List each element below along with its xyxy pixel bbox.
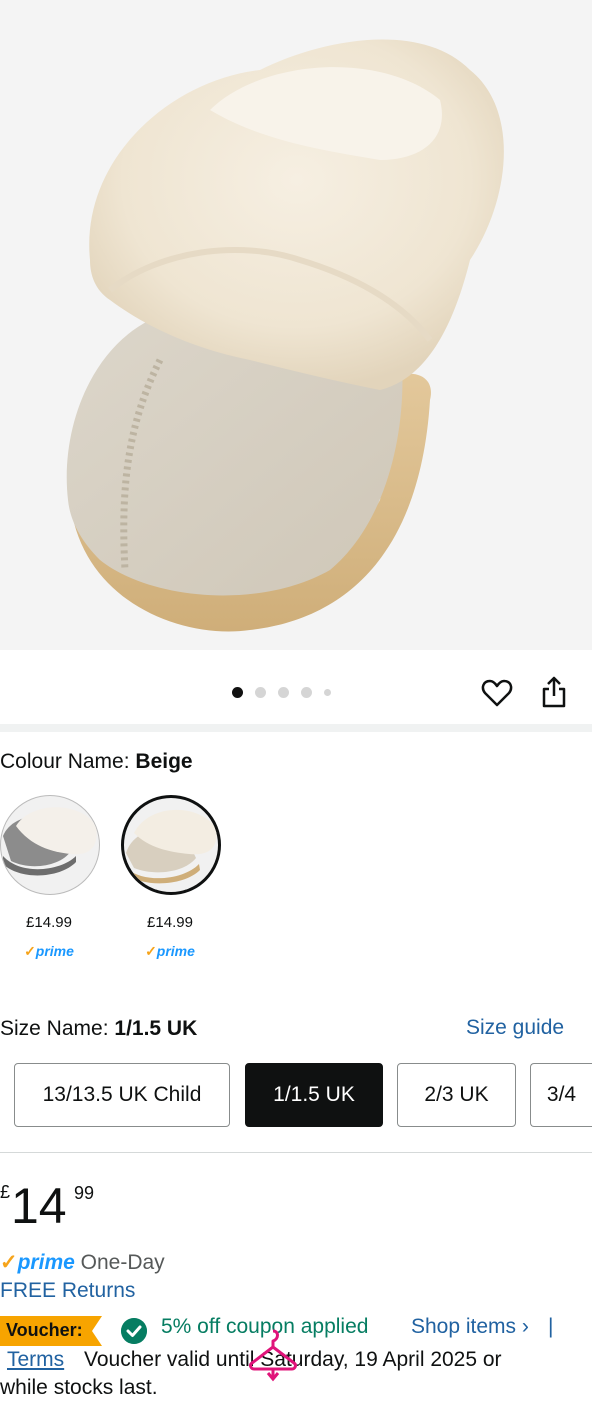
pagination-dot[interactable] [301,687,312,698]
stock-note: while stocks last. [0,1376,158,1399]
swatch-price: £14.99 [147,914,193,931]
prime-check-icon: ✓ [145,943,157,959]
size-value: 1/1.5 UK [114,1017,198,1040]
prime-check-icon: ✓ [0,1251,18,1274]
share-icon[interactable] [538,675,570,709]
check-circle-icon [121,1318,147,1344]
swatch-price: £14.99 [26,914,72,931]
section-divider [0,724,592,732]
size-name-label: Size Name: 1/1.5 UK [0,1017,198,1040]
gallery-bar [0,660,592,724]
pagination-dot[interactable] [232,687,243,698]
hanger-icon [249,1329,297,1382]
prime-check-icon: ✓ [24,943,36,959]
terms-link[interactable]: Terms [7,1348,64,1372]
beige-slipper-thumb [126,809,217,884]
pagination-dot[interactable] [324,689,331,696]
free-returns-link[interactable]: FREE Returns [0,1279,135,1303]
prime-delivery: ✓prime One-Day [0,1251,165,1274]
price-currency: £ [0,1182,11,1202]
image-pagination[interactable] [232,687,331,698]
colour-value: Beige [135,750,193,773]
separator: | [548,1315,554,1338]
size-option[interactable]: 13/13.5 UK Child [14,1063,230,1127]
pagination-dot[interactable] [255,687,266,698]
price-whole: 14 [11,1178,67,1234]
prime-badge: ✓prime [24,943,74,959]
size-option[interactable]: 3/4 [530,1063,592,1127]
size-guide-link[interactable]: Size guide [466,1016,564,1040]
prime-badge: ✓prime [145,943,195,959]
colour-name-label: Colour Name: Beige [0,750,193,773]
price-fraction: 99 [74,1183,95,1203]
voucher-row: Voucher: 5% off coupon applied Shop item… [0,1313,600,1347]
size-option-selected[interactable]: 1/1.5 UK [245,1063,383,1127]
slipper-image [66,39,504,632]
pagination-dot[interactable] [278,687,289,698]
shop-items-link[interactable]: Shop items › [411,1315,529,1339]
product-image[interactable] [0,0,592,650]
swatch-beige[interactable] [121,795,221,895]
size-option[interactable]: 2/3 UK [397,1063,516,1127]
grey-slipper-thumb [3,807,97,876]
voucher-badge: Voucher: [6,1320,83,1340]
section-divider [0,1152,592,1153]
heart-icon[interactable] [481,677,513,709]
swatch-grey[interactable] [0,795,100,895]
